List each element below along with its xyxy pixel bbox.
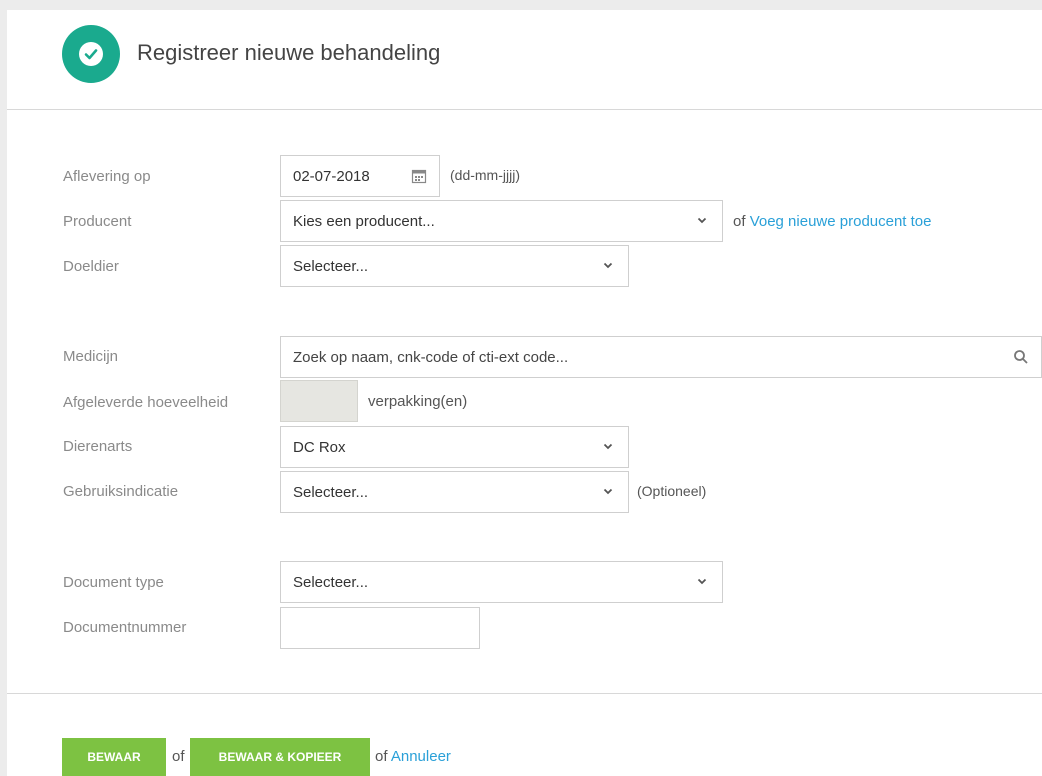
divider: [7, 693, 1042, 694]
producent-label: Producent: [63, 213, 132, 230]
doeldier-select[interactable]: Selecteer...: [280, 245, 629, 287]
page-title: Registreer nieuwe behandeling: [137, 40, 441, 65]
medicijn-placeholder: Zoek op naam, cnk-code of cti-ext code..…: [293, 348, 569, 366]
calendar-icon[interactable]: [411, 168, 427, 188]
aflevering-label: Aflevering op: [63, 168, 151, 185]
chevron-down-icon: [697, 578, 707, 585]
aflevering-value: 02-07-2018: [293, 167, 370, 185]
check-circle-icon: [62, 25, 120, 83]
chevron-down-icon: [603, 488, 613, 495]
doeldier-label: Doeldier: [63, 258, 119, 275]
document-type-value: Selecteer...: [293, 573, 369, 591]
aflevering-date-input[interactable]: 02-07-2018: [280, 155, 440, 197]
documentnummer-label: Documentnummer: [63, 619, 187, 636]
gebruiksindicatie-select[interactable]: Selecteer...: [280, 471, 629, 513]
dierenarts-value: DC Rox: [293, 438, 346, 456]
chevron-down-icon: [603, 443, 613, 450]
documentnummer-input[interactable]: [280, 607, 480, 649]
dierenarts-select[interactable]: DC Rox: [280, 426, 629, 468]
or-text: of: [172, 748, 185, 765]
gebruiksindicatie-value: Selecteer...: [293, 483, 369, 501]
hoeveelheid-input[interactable]: [280, 380, 358, 422]
hoeveelheid-unit: verpakking(en): [368, 393, 468, 410]
add-producent-link[interactable]: Voeg nieuwe producent toe: [750, 213, 932, 230]
optioneel-hint: (Optioneel): [637, 483, 707, 499]
hoeveelheid-label: Afgeleverde hoeveelheid: [63, 394, 229, 411]
page-header: Registreer nieuwe behandeling: [7, 10, 1042, 110]
doeldier-value: Selecteer...: [293, 257, 369, 275]
gebruiksindicatie-label: Gebruiksindicatie: [63, 483, 179, 500]
cancel-link[interactable]: Annuleer: [391, 748, 451, 765]
dierenarts-label: Dierenarts: [63, 438, 133, 455]
medicijn-search-input[interactable]: Zoek op naam, cnk-code of cti-ext code..…: [280, 336, 1042, 378]
producent-select[interactable]: Kies een producent...: [280, 200, 723, 242]
medicijn-label: Medicijn: [63, 348, 119, 365]
date-format-hint: (dd-mm-jjjj): [450, 167, 520, 183]
chevron-down-icon: [603, 262, 613, 269]
search-icon[interactable]: [1013, 349, 1029, 365]
or-text: of: [733, 213, 746, 230]
form-card: Registreer nieuwe behandeling Aflevering…: [7, 10, 1042, 776]
document-type-label: Document type: [63, 574, 164, 591]
or-text: of Annuleer: [375, 748, 451, 765]
save-and-copy-button[interactable]: BEWAAR & KOPIEER: [190, 738, 370, 776]
chevron-down-icon: [697, 217, 707, 224]
save-button[interactable]: BEWAAR: [62, 738, 166, 776]
producent-add-hint: of Voeg nieuwe producent toe: [733, 213, 932, 230]
producent-value: Kies een producent...: [293, 212, 435, 230]
document-type-select[interactable]: Selecteer...: [280, 561, 723, 603]
